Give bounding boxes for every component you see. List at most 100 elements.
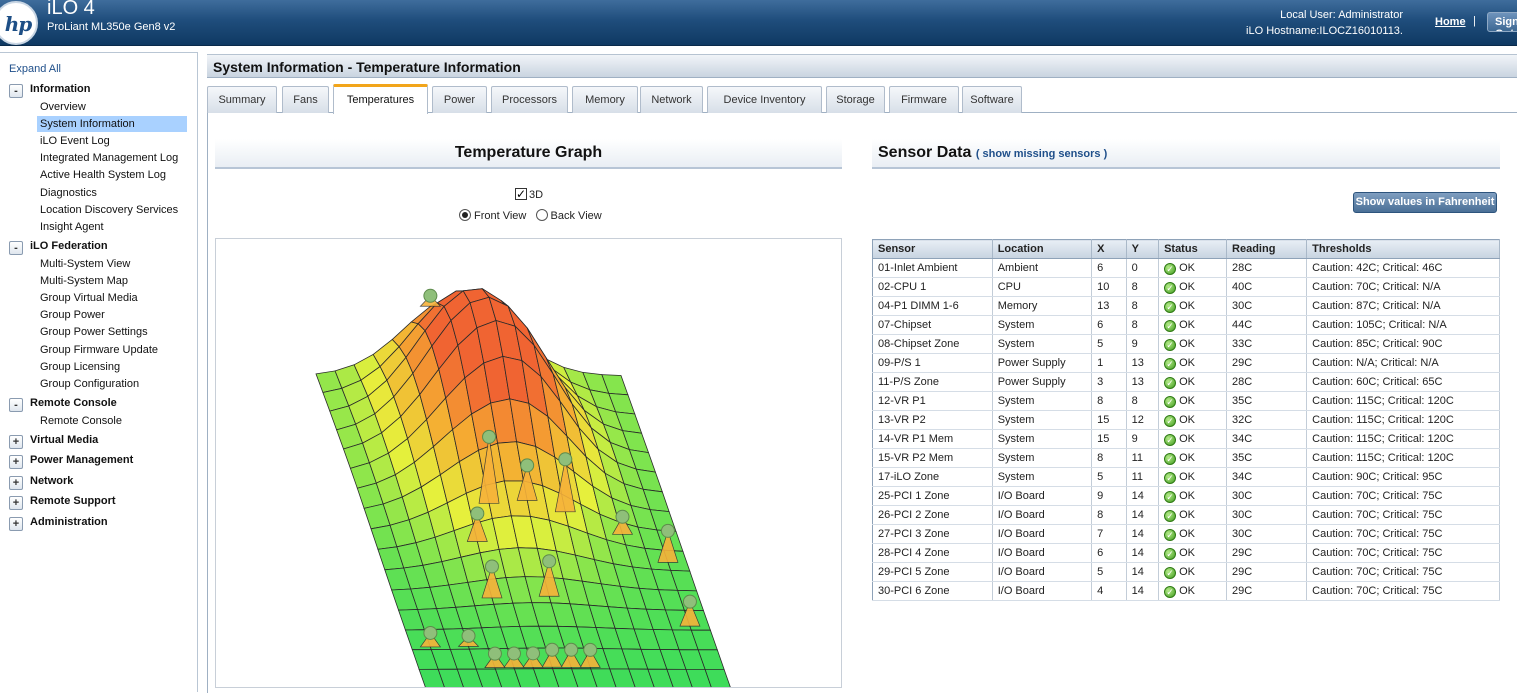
sensor-marker[interactable] (542, 554, 557, 569)
expand-icon[interactable]: + (9, 455, 23, 469)
nav-item-group-configuration[interactable]: Group Configuration (37, 376, 187, 392)
sensor-marker[interactable] (470, 506, 485, 521)
sensor-marker[interactable] (520, 458, 535, 473)
tab-software[interactable]: Software (962, 86, 1022, 113)
nav-item-insight-agent[interactable]: Insight Agent (37, 219, 187, 235)
sensor-marker[interactable] (660, 523, 675, 538)
status-text: OK (1179, 413, 1195, 426)
cell-text: 28C (1232, 376, 1253, 388)
column-header-reading[interactable]: Reading (1226, 239, 1308, 259)
tab-fans[interactable]: Fans (282, 86, 329, 113)
nav-item-location-discovery-services[interactable]: Location Discovery Services (37, 202, 187, 218)
sensor-marker[interactable] (558, 452, 573, 467)
nav-item-multi-system-map[interactable]: Multi-System Map (37, 273, 187, 289)
sensor-marker[interactable] (461, 628, 476, 643)
sensor-marker[interactable] (545, 642, 560, 657)
nav-item-group-licensing[interactable]: Group Licensing (37, 359, 187, 375)
front-view-radio[interactable]: Front View (459, 209, 526, 222)
cell-text: 15-VR P2 Mem (878, 452, 954, 464)
cell-text: Caution: 115C; Critical: 120C (1312, 452, 1454, 464)
nav-item-group-firmware-update[interactable]: Group Firmware Update (37, 342, 187, 358)
tab-storage[interactable]: Storage (826, 86, 885, 113)
nav-item-diagnostics[interactable]: Diagnostics (37, 185, 187, 201)
3d-checkbox[interactable]: 3D (515, 187, 543, 201)
sensor-marker[interactable] (423, 288, 438, 303)
tab-processors[interactable]: Processors (491, 86, 568, 113)
nav-item-group-virtual-media[interactable]: Group Virtual Media (37, 290, 187, 306)
sensor-marker[interactable] (526, 646, 541, 661)
tab-temperatures[interactable]: Temperatures (333, 84, 428, 114)
sensor-marker[interactable] (482, 429, 497, 444)
sensor-marker[interactable] (583, 642, 598, 657)
nav-section-label: Remote Console (30, 397, 117, 409)
nav-item-group-power-settings[interactable]: Group Power Settings (37, 324, 187, 340)
collapse-icon[interactable]: - (9, 398, 23, 412)
expand-all-link[interactable]: Expand All (9, 63, 61, 75)
nav-item-multi-system-view[interactable]: Multi-System View (37, 256, 187, 272)
nav-item-remote-console[interactable]: Remote Console (37, 413, 187, 429)
temperature-graph-header: Temperature Graph (215, 139, 842, 169)
sign-out-button[interactable]: Sign Out (1487, 12, 1517, 32)
cell-text: I/O Board (997, 585, 1045, 597)
back-view-radio[interactable]: Back View (535, 209, 602, 222)
cell-text: 40C (1232, 281, 1253, 293)
nav-section-virtual-media[interactable]: + Virtual Media (9, 434, 98, 450)
nav-section-label: iLO Federation (30, 240, 108, 252)
view-selector: Front View Back View (459, 209, 602, 222)
checkbox-checked-icon[interactable] (515, 187, 527, 201)
tab-device-inventory[interactable]: Device Inventory (707, 86, 822, 113)
cell-x: 6 (1091, 258, 1127, 278)
nav-section-information[interactable]: - Information (9, 83, 91, 99)
radio-unselected-icon[interactable] (535, 209, 548, 221)
show-fahrenheit-button[interactable]: Show values in Fahrenheit (1353, 192, 1497, 213)
nav-section-administration[interactable]: + Administration (9, 516, 108, 532)
cell-status: ✓ OK (1158, 524, 1228, 544)
tab-memory[interactable]: Memory (572, 86, 638, 113)
expand-icon[interactable]: + (9, 496, 23, 510)
status-text: OK (1179, 280, 1195, 293)
nav-item-integrated-management-log[interactable]: Integrated Management Log (37, 150, 187, 166)
collapse-icon[interactable]: - (9, 241, 23, 255)
expand-icon[interactable]: + (9, 435, 23, 449)
cell-thresholds: Caution: 60C; Critical: 65C (1306, 372, 1500, 392)
column-header-thresholds[interactable]: Thresholds (1306, 239, 1500, 259)
radio-selected-icon[interactable] (459, 209, 471, 221)
show-missing-sensors-link[interactable]: ( show missing sensors ) (976, 148, 1107, 160)
tab-power[interactable]: Power (432, 86, 487, 113)
column-header-x[interactable]: X (1091, 239, 1127, 259)
top-banner: hp iLO 4 ProLiant ML350e Gen8 v2 Local U… (0, 0, 1517, 46)
sensor-marker[interactable] (615, 509, 630, 524)
nav-section-ilo-federation[interactable]: - iLO Federation (9, 240, 108, 256)
column-header-y[interactable]: Y (1126, 239, 1160, 259)
nav-item-ilo-event-log[interactable]: iLO Event Log (37, 133, 187, 149)
cell-text: 1 (1097, 357, 1104, 369)
sensor-marker[interactable] (564, 642, 579, 657)
nav-item-overview[interactable]: Overview (37, 99, 187, 115)
nav-section-network[interactable]: + Network (9, 475, 73, 491)
tab-firmware[interactable]: Firmware (889, 86, 959, 113)
home-link[interactable]: Home (1435, 16, 1466, 28)
sensor-marker[interactable] (682, 594, 697, 609)
sensor-marker[interactable] (487, 646, 502, 661)
cell-text: 30C (1232, 509, 1253, 521)
nav-section-remote-console[interactable]: - Remote Console (9, 397, 117, 413)
nav-item-system-information[interactable]: System Information (37, 116, 187, 133)
sensor-marker[interactable] (484, 559, 499, 574)
temperature-graph-canvas[interactable] (215, 238, 842, 688)
nav-item-group-power[interactable]: Group Power (37, 307, 187, 323)
column-header-sensor[interactable]: Sensor (872, 239, 993, 259)
tab-network[interactable]: Network (640, 86, 703, 113)
column-header-location[interactable]: Location (992, 239, 1093, 259)
column-header-status[interactable]: Status (1158, 239, 1228, 259)
nav-section-power-management[interactable]: + Power Management (9, 454, 133, 470)
cell-reading: 40C (1226, 277, 1308, 297)
nav-item-active-health-system-log[interactable]: Active Health System Log (37, 167, 187, 183)
nav-section-remote-support[interactable]: + Remote Support (9, 495, 116, 511)
expand-icon[interactable]: + (9, 476, 23, 490)
expand-icon[interactable]: + (9, 517, 23, 531)
sensor-marker[interactable] (506, 646, 521, 661)
cell-text: 30C (1232, 528, 1253, 540)
collapse-icon[interactable]: - (9, 84, 23, 98)
tab-summary[interactable]: Summary (207, 86, 277, 113)
sensor-marker[interactable] (423, 625, 438, 640)
